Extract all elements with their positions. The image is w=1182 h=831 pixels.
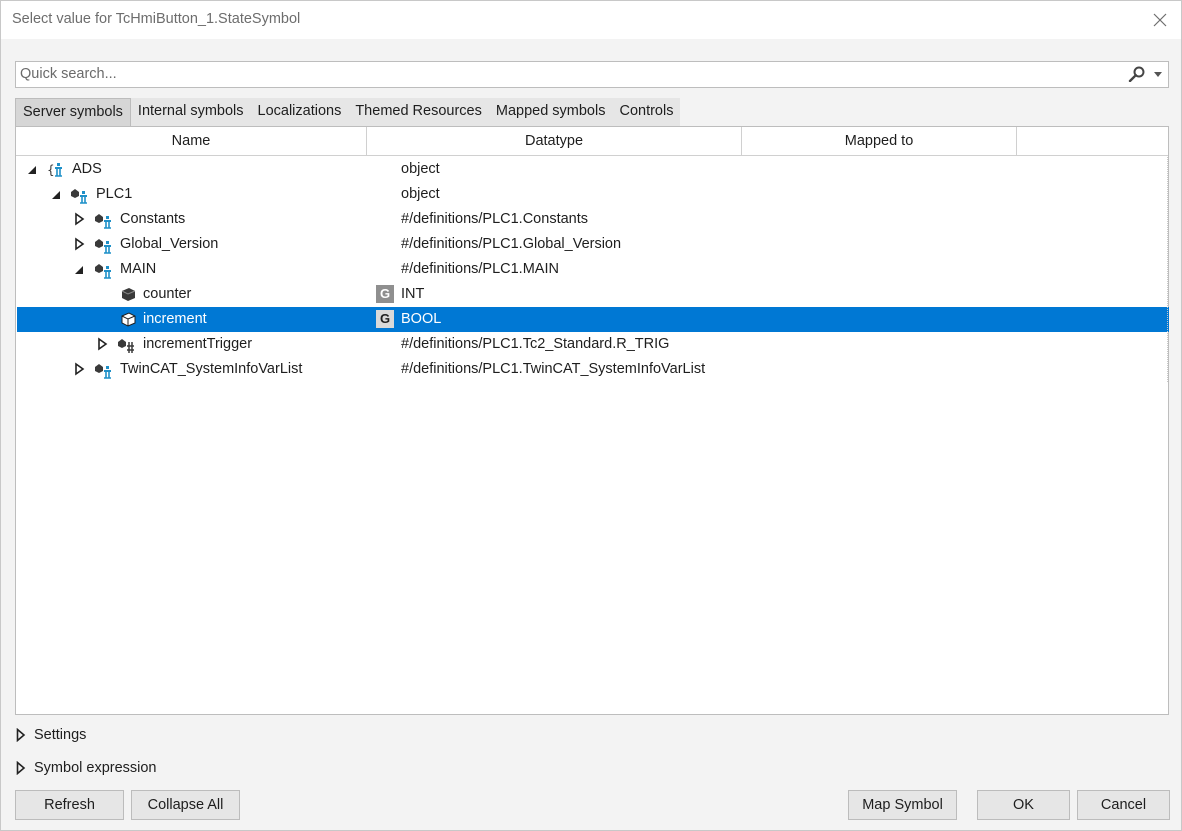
title-bar: Select value for TcHmiButton_1.StateSymb…	[1, 1, 1181, 39]
ads-root-icon: {	[47, 163, 62, 177]
tree-row[interactable]: PLC1 object	[17, 182, 1169, 207]
node-datatype: #/definitions/PLC1.TwinCAT_SystemInfoVar…	[401, 361, 706, 377]
tree-row[interactable]: MAIN #/definitions/PLC1.MAIN	[17, 257, 1169, 282]
column-header-datatype[interactable]: Datatype	[367, 127, 742, 156]
settings-label: Settings	[34, 727, 87, 743]
column-header-name[interactable]: Name	[16, 127, 367, 156]
collapsed-arrow-icon	[16, 728, 26, 742]
node-name: TwinCAT_SystemInfoVarList	[120, 361, 303, 377]
variable-icon	[121, 312, 136, 327]
collapse-all-button[interactable]: Collapse All	[131, 790, 240, 820]
symbol-tree-grid: Name Datatype Mapped to { ADS object PLC…	[15, 126, 1169, 715]
close-button[interactable]	[1145, 5, 1175, 35]
collapsed-arrow-icon[interactable]	[97, 337, 109, 351]
node-datatype: INT	[401, 286, 425, 302]
expanded-arrow-icon[interactable]	[51, 187, 63, 201]
close-icon	[1153, 13, 1167, 27]
node-datatype: #/definitions/PLC1.Global_Version	[401, 236, 622, 252]
tree-row[interactable]: Global_Version #/definitions/PLC1.Global…	[17, 232, 1169, 257]
search-input[interactable]	[20, 64, 1120, 84]
collapsed-arrow-icon[interactable]	[74, 237, 86, 251]
dialog-title: Select value for TcHmiButton_1.StateSymb…	[12, 11, 301, 27]
symbol-group-icon	[71, 189, 87, 204]
node-datatype: object	[401, 186, 440, 202]
tree-row[interactable]: { ADS object	[17, 157, 1169, 182]
chevron-down-icon[interactable]	[1154, 72, 1162, 77]
variable-icon	[121, 288, 136, 301]
node-datatype: #/definitions/PLC1.Tc2_Standard.R_TRIG	[401, 336, 670, 352]
symbol-group-icon	[95, 364, 111, 379]
column-header-mapped-to[interactable]: Mapped to	[742, 127, 1017, 156]
tree-row-selected[interactable]: increment G BOOL	[17, 307, 1169, 332]
node-name: MAIN	[120, 261, 157, 277]
node-datatype: #/definitions/PLC1.MAIN	[401, 261, 559, 277]
tab-mapped-symbols[interactable]: Mapped symbols	[488, 98, 613, 126]
tab-themed-resources[interactable]: Themed Resources	[348, 98, 489, 126]
node-datatype: object	[401, 161, 440, 177]
refresh-button[interactable]: Refresh	[15, 790, 124, 820]
vertical-scroll-track[interactable]	[1165, 157, 1168, 382]
node-name: counter	[143, 286, 192, 302]
global-badge: G	[376, 285, 394, 303]
node-name: Global_Version	[120, 236, 219, 252]
tab-server-symbols[interactable]: Server symbols	[15, 98, 131, 126]
svg-text:{: {	[47, 163, 55, 177]
expanded-arrow-icon[interactable]	[74, 262, 86, 276]
node-name: ADS	[72, 161, 102, 177]
symbol-tabs: Server symbols Internal symbols Localiza…	[15, 98, 681, 126]
tree-row[interactable]: incrementTrigger #/definitions/PLC1.Tc2_…	[17, 332, 1169, 357]
column-header-filler	[1017, 127, 1168, 156]
node-name: increment	[143, 311, 207, 327]
quick-search-box[interactable]	[15, 61, 1169, 88]
collapsed-arrow-icon[interactable]	[74, 212, 86, 226]
tab-controls[interactable]: Controls	[612, 98, 681, 126]
global-badge: G	[376, 310, 394, 328]
cancel-button[interactable]: Cancel	[1077, 790, 1170, 820]
collapsed-arrow-icon[interactable]	[74, 362, 86, 376]
tree-row[interactable]: counter G INT	[17, 282, 1169, 307]
symbol-expression-label: Symbol expression	[34, 760, 157, 776]
node-name: Constants	[120, 211, 186, 227]
node-datatype: #/definitions/PLC1.Constants	[401, 211, 588, 227]
node-datatype: BOOL	[401, 311, 442, 327]
map-symbol-button[interactable]: Map Symbol	[848, 790, 957, 820]
symbol-group-icon	[95, 214, 111, 229]
ok-button[interactable]: OK	[977, 790, 1070, 820]
tab-internal-symbols[interactable]: Internal symbols	[130, 98, 251, 126]
tab-localizations[interactable]: Localizations	[250, 98, 349, 126]
search-icon[interactable]	[1128, 66, 1146, 82]
symbol-group-icon	[95, 239, 111, 254]
node-name: PLC1	[96, 186, 133, 202]
collapsed-arrow-icon	[16, 761, 26, 775]
node-name: incrementTrigger	[143, 336, 253, 352]
tree-row[interactable]: TwinCAT_SystemInfoVarList #/definitions/…	[17, 357, 1169, 382]
select-value-dialog: Select value for TcHmiButton_1.StateSymb…	[0, 0, 1182, 831]
function-block-icon	[118, 339, 134, 353]
expanded-arrow-icon[interactable]	[27, 162, 39, 176]
tree-row[interactable]: Constants #/definitions/PLC1.Constants	[17, 207, 1169, 232]
symbol-group-icon	[95, 264, 111, 279]
